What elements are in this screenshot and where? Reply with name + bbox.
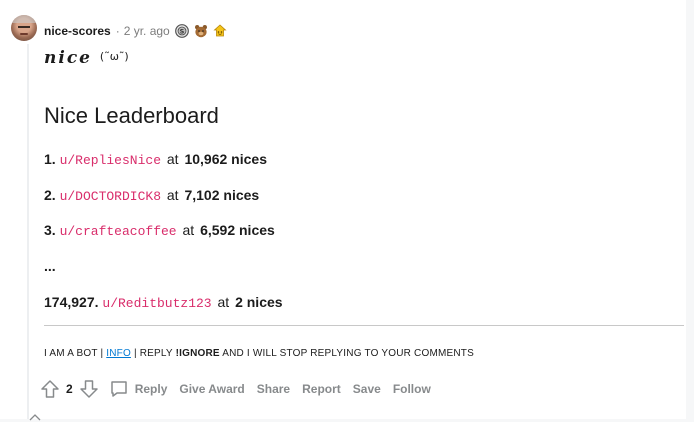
user-link[interactable]: u/crafteacoffee bbox=[60, 224, 177, 239]
report-button[interactable]: Report bbox=[302, 382, 341, 396]
save-label: Save bbox=[352, 382, 381, 396]
user-link[interactable]: u/Reditbutz123 bbox=[102, 296, 211, 311]
nice-count: 7,102 nices bbox=[184, 187, 260, 203]
bear-award-icon[interactable] bbox=[194, 24, 208, 38]
upvote-icon[interactable] bbox=[40, 379, 60, 399]
leaderboard-row: 2. u/DOCTORDICK8 at 7,102 nices bbox=[44, 187, 259, 204]
info-link[interactable]: INFO bbox=[106, 348, 131, 359]
nice-count: 10,962 nices bbox=[184, 151, 267, 167]
ellipsis-text: ... bbox=[44, 258, 56, 274]
ignore-command: !IGNORE bbox=[175, 348, 220, 359]
nice-title: nice (˜ω˜) bbox=[44, 46, 684, 68]
leaderboard-row: 3. u/crafteacoffee at 6,592 nices bbox=[44, 222, 275, 239]
at-text: at bbox=[217, 294, 230, 310]
at-text: at bbox=[166, 187, 179, 203]
divider bbox=[44, 325, 684, 326]
reply-label: Reply bbox=[134, 382, 168, 396]
wholesome-award-icon[interactable] bbox=[213, 24, 227, 38]
silver-award-icon[interactable]: S bbox=[174, 24, 189, 38]
user-link[interactable]: u/DOCTORDICK8 bbox=[60, 189, 161, 204]
follow-button[interactable]: Follow bbox=[393, 382, 431, 396]
share-label: Share bbox=[256, 382, 291, 396]
svg-text:S: S bbox=[179, 28, 184, 36]
avatar[interactable] bbox=[11, 15, 37, 41]
rank-number: 2. bbox=[44, 187, 56, 203]
comment-meta: nice-scores · 2 yr. ago S bbox=[44, 23, 227, 39]
nice-count: 2 nices bbox=[235, 294, 283, 310]
follow-label: Follow bbox=[392, 382, 431, 396]
nice-count: 6,592 nices bbox=[200, 222, 275, 238]
ellipsis: ... bbox=[44, 258, 56, 274]
thread-line[interactable] bbox=[27, 44, 29, 419]
avatar-eyes bbox=[18, 26, 30, 28]
leaderboard-row: 1. u/RepliesNice at 10,962 nices bbox=[44, 151, 267, 168]
avatar-hair bbox=[11, 15, 37, 23]
bot-prefix: I AM A BOT | bbox=[44, 348, 104, 359]
nice-word: nice bbox=[44, 48, 92, 68]
give-award-button[interactable]: Give Award bbox=[179, 382, 244, 396]
rank-number: 1. bbox=[44, 151, 56, 167]
save-button[interactable]: Save bbox=[353, 382, 381, 396]
downvote-icon[interactable] bbox=[79, 379, 99, 399]
separator-dot: · bbox=[115, 24, 120, 38]
self-rank-row: 174,927. u/Reditbutz123 at 2 nices bbox=[44, 294, 283, 311]
bot-suffix: AND I WILL STOP REPLYING TO YOUR COMMENT… bbox=[222, 348, 474, 359]
next-comment-icon bbox=[29, 414, 41, 421]
avatar-mouth bbox=[20, 33, 28, 35]
nice-face: (˜ω˜) bbox=[99, 50, 129, 63]
author-link[interactable]: nice-scores bbox=[44, 24, 111, 38]
report-label: Report bbox=[302, 382, 341, 396]
comment-actions: 2 Reply Give Award Share Report Save Fol… bbox=[40, 377, 431, 401]
rank-number: 3. bbox=[44, 222, 56, 238]
comment-body: nice (˜ω˜) Nice Leaderboard 1. u/Replies… bbox=[44, 46, 684, 311]
at-text: at bbox=[182, 222, 195, 238]
leaderboard-heading: Nice Leaderboard bbox=[44, 103, 219, 128]
rank-number: 174,927. bbox=[44, 294, 99, 310]
at-text: at bbox=[166, 151, 179, 167]
give-award-label: Give Award bbox=[179, 382, 245, 396]
timestamp[interactable]: 2 yr. ago bbox=[124, 24, 170, 38]
reply-button[interactable]: Reply bbox=[109, 379, 168, 399]
bot-footer: I AM A BOT | INFO | REPLY !IGNORE AND I … bbox=[44, 348, 474, 359]
comment-bubble-icon bbox=[110, 381, 127, 397]
user-link[interactable]: u/RepliesNice bbox=[60, 153, 161, 168]
vote-score: 2 bbox=[66, 382, 73, 396]
reply-text: | REPLY bbox=[133, 348, 173, 359]
share-button[interactable]: Share bbox=[257, 382, 290, 396]
